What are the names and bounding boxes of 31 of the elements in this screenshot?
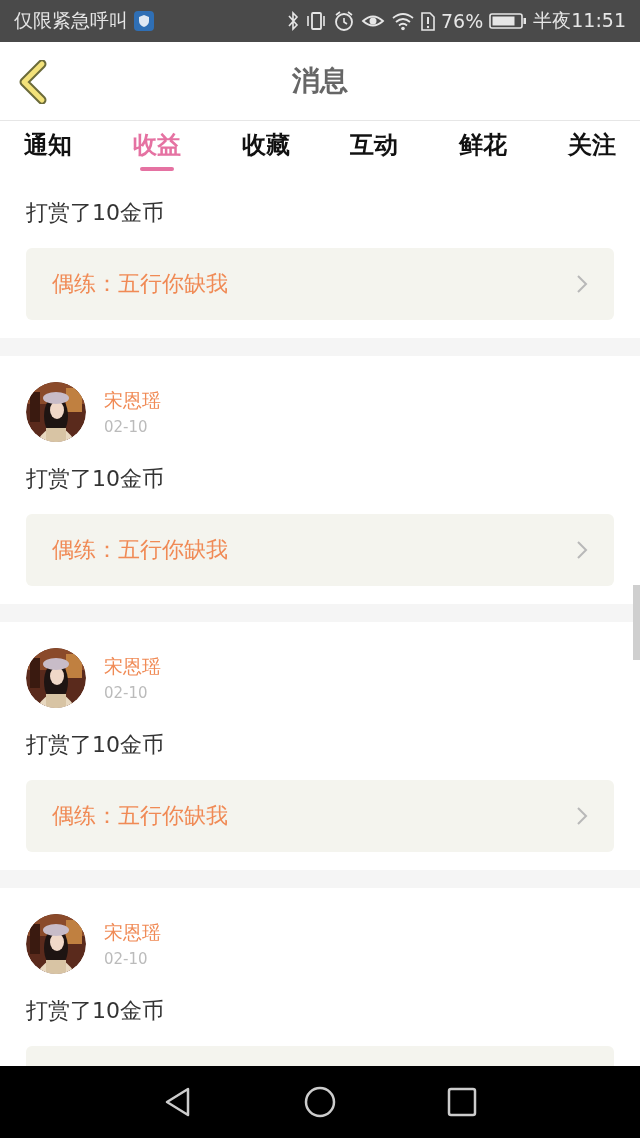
bluetooth-icon xyxy=(287,10,299,32)
message-text: 打赏了10金币 xyxy=(26,997,165,1025)
home-nav-button[interactable] xyxy=(303,1085,337,1119)
battery-icon xyxy=(489,11,528,31)
tab[interactable]: 通知 xyxy=(12,121,84,180)
wifi-icon xyxy=(391,10,415,32)
message-date: 02-10 xyxy=(104,684,149,702)
chevron-right-icon xyxy=(576,274,588,294)
clock-text: 半夜11:51 xyxy=(533,8,626,33)
page-title: 消息 xyxy=(292,63,348,99)
vibrate-icon xyxy=(305,10,327,32)
chevron-right-icon xyxy=(576,806,588,826)
user-name: 宋恩瑶 xyxy=(104,920,161,945)
user-name: 宋恩瑶 xyxy=(104,388,161,413)
message-text: 打赏了10金币 xyxy=(26,731,165,759)
tab[interactable]: 互动 xyxy=(338,121,411,180)
sim-alert-icon xyxy=(421,10,435,32)
chevron-right-icon xyxy=(576,540,588,560)
message-text: 打赏了10金币 xyxy=(26,199,165,227)
recents-nav-button[interactable] xyxy=(445,1085,479,1119)
tab[interactable]: 收藏 xyxy=(229,121,302,180)
message-date: 02-10 xyxy=(104,418,149,436)
message-text: 打赏了10金币 xyxy=(26,465,165,493)
tab[interactable]: 鲜花 xyxy=(447,121,520,180)
user-name: 宋恩瑶 xyxy=(104,654,161,679)
alarm-icon xyxy=(333,10,355,32)
battery-percent: 76% xyxy=(441,10,484,32)
shield-icon xyxy=(134,10,154,32)
carrier-text: 仅限紧急呼叫 xyxy=(14,8,128,33)
message-date: 02-10 xyxy=(104,950,149,968)
tab[interactable]: 关注 xyxy=(556,121,628,180)
